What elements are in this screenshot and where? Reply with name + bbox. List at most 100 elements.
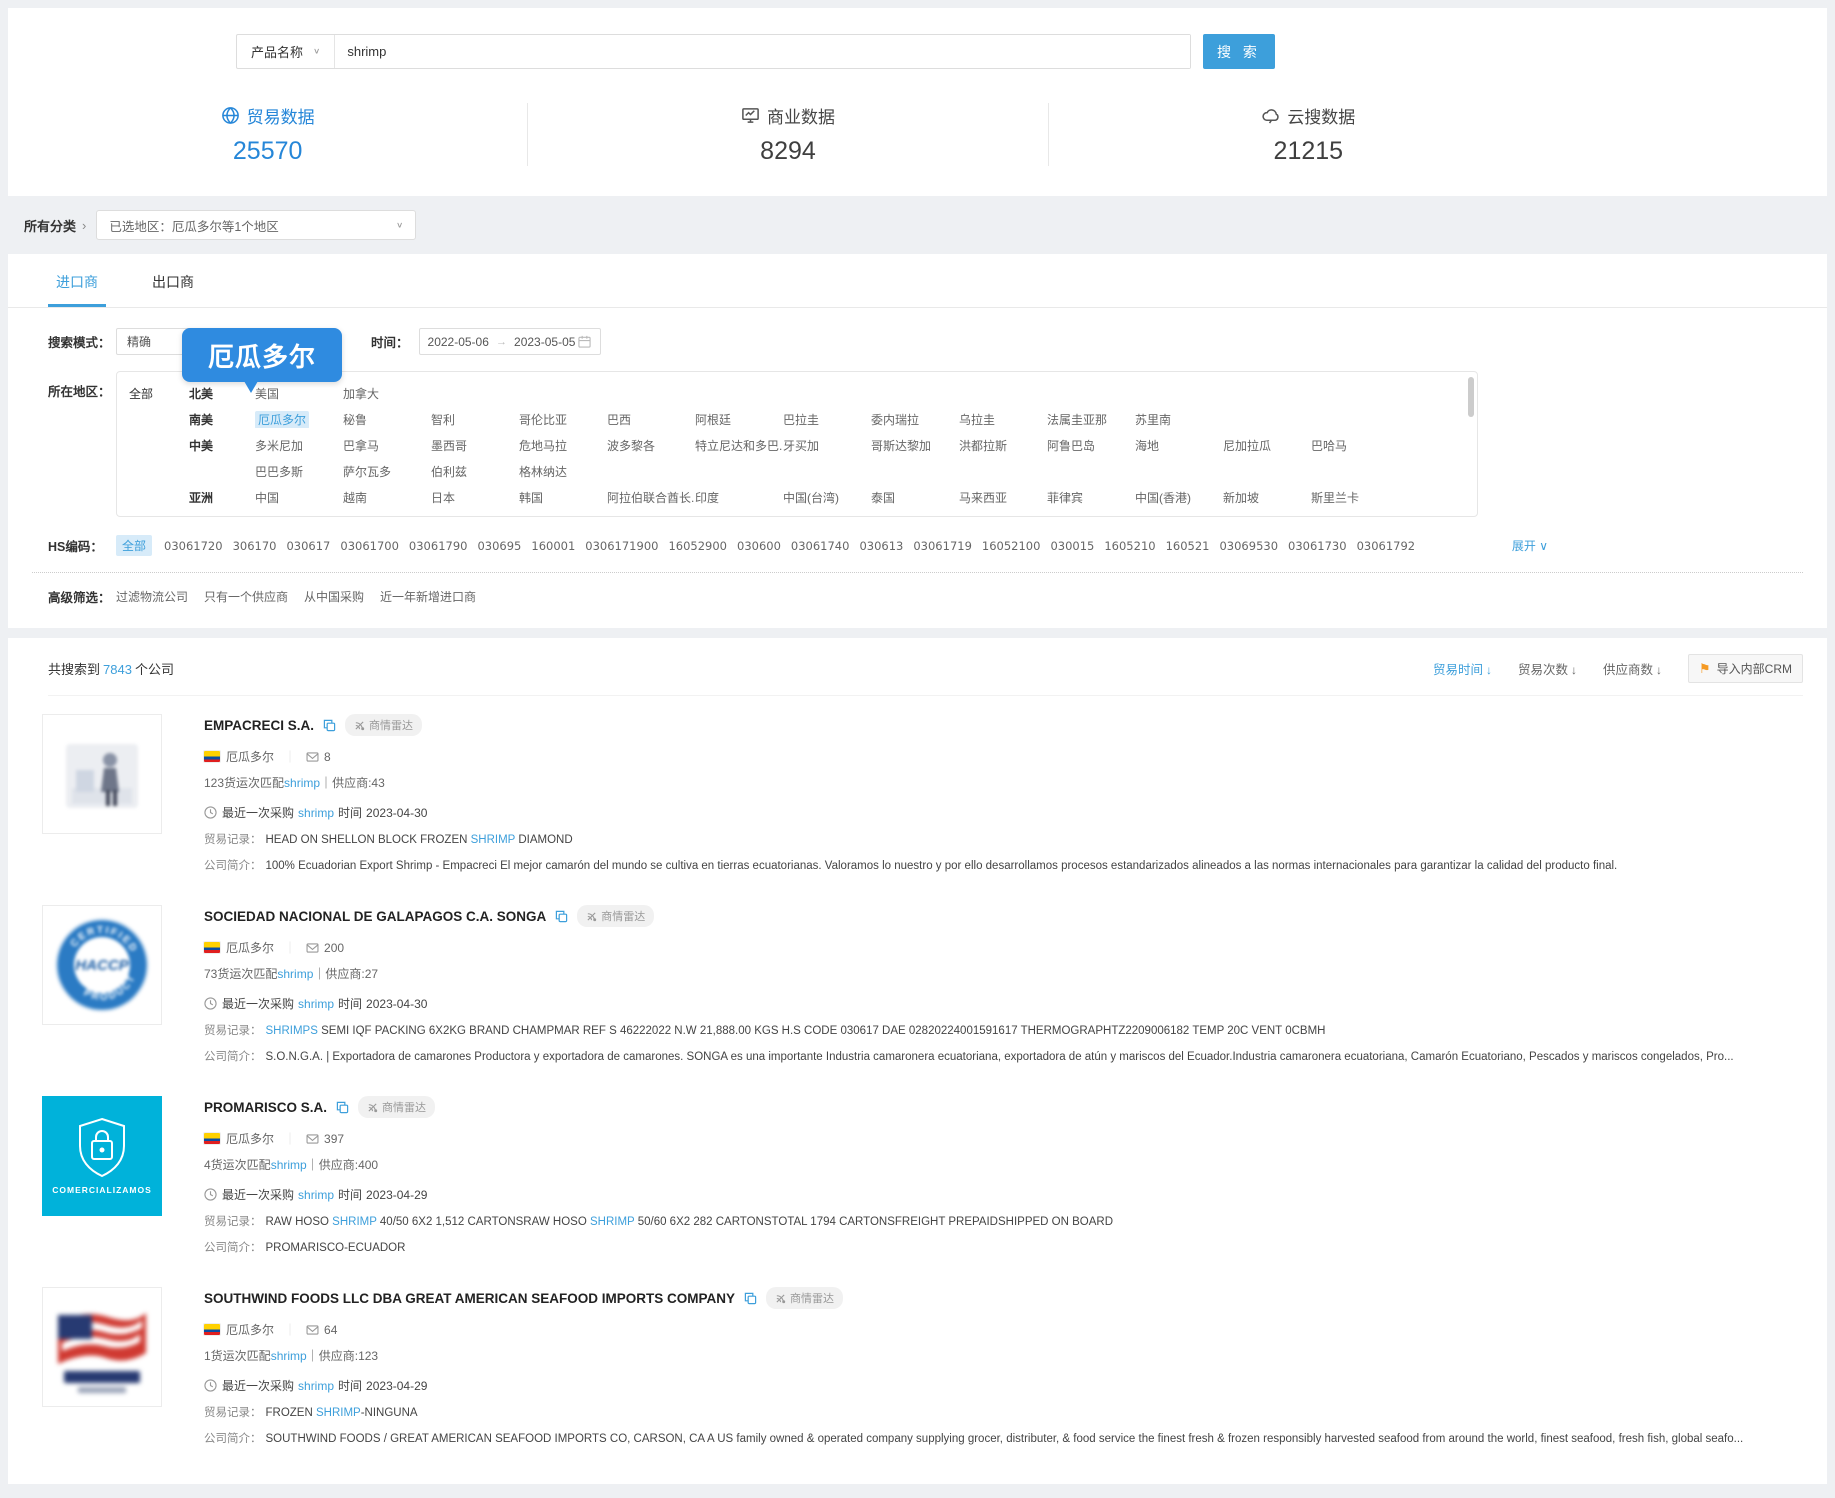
date-range-picker[interactable]: 2022-05-06 → 2023-05-05 bbox=[419, 328, 601, 355]
region-item[interactable]: 委内瑞拉 bbox=[871, 411, 959, 428]
region-item[interactable]: 危地马拉 bbox=[519, 437, 607, 454]
stat-business-data[interactable]: 商业数据 8294 bbox=[527, 103, 1047, 166]
keyword-link[interactable]: shrimp bbox=[284, 776, 320, 790]
region-item[interactable]: 牙买加 bbox=[783, 437, 871, 454]
region-item[interactable]: 美国 bbox=[255, 385, 343, 402]
category-label[interactable]: 所有分类 bbox=[24, 216, 76, 235]
advanced-filter-item[interactable]: 过滤物流公司 bbox=[116, 588, 188, 605]
keyword-highlight[interactable]: SHRIMP bbox=[471, 834, 516, 846]
region-item[interactable]: 印度 bbox=[695, 489, 783, 506]
region-item[interactable]: 哥斯达黎加 bbox=[871, 437, 959, 454]
company-logo[interactable]: COMERCIALIZAMOS bbox=[42, 1096, 162, 1216]
region-item[interactable]: 巴巴多斯 bbox=[255, 463, 343, 480]
region-item[interactable]: 特立尼达和多巴... bbox=[695, 437, 783, 454]
copy-icon[interactable] bbox=[336, 1101, 349, 1114]
hs-code-item[interactable]: 030613 bbox=[859, 539, 903, 553]
region-item[interactable]: 格林纳达 bbox=[519, 463, 607, 480]
region-item[interactable]: 斯里兰卡 bbox=[1311, 489, 1399, 506]
region-item[interactable]: 日本 bbox=[431, 489, 519, 506]
region-item[interactable]: 伯利兹 bbox=[431, 463, 519, 480]
company-name[interactable]: SOCIEDAD NACIONAL DE GALAPAGOS C.A. SONG… bbox=[204, 909, 546, 924]
region-item[interactable]: 阿鲁巴岛 bbox=[1047, 437, 1135, 454]
region-item[interactable]: 中国(香港) bbox=[1135, 489, 1223, 506]
copy-icon[interactable] bbox=[323, 719, 336, 732]
hs-code-item[interactable]: 160001 bbox=[531, 539, 575, 553]
region-item[interactable]: 乌拉圭 bbox=[959, 411, 1047, 428]
region-item[interactable]: 巴拉圭 bbox=[783, 411, 871, 428]
region-item[interactable]: 墨西哥 bbox=[431, 437, 519, 454]
keyword-highlight[interactable]: SHRIMP bbox=[590, 1216, 635, 1228]
hs-code-item[interactable]: 03069530 bbox=[1219, 539, 1278, 553]
keyword-highlight[interactable]: SHRIMPS bbox=[266, 1025, 318, 1037]
region-item[interactable]: 阿拉伯联合酋长... bbox=[607, 489, 695, 506]
hs-code-item[interactable]: 03061790 bbox=[409, 539, 468, 553]
sort-by-trade-time[interactable]: 贸易时间↓ bbox=[1433, 659, 1492, 678]
hs-all-chip[interactable]: 全部 bbox=[116, 535, 152, 556]
region-item[interactable]: 智利 bbox=[431, 411, 519, 428]
hs-code-item[interactable]: 16052100 bbox=[982, 539, 1041, 553]
keyword-link[interactable]: shrimp bbox=[298, 1379, 334, 1393]
advanced-filter-item[interactable]: 只有一个供应商 bbox=[204, 588, 288, 605]
stat-trade-data[interactable]: 贸易数据 25570 bbox=[8, 103, 527, 166]
radar-badge[interactable]: 商情雷达 bbox=[345, 714, 422, 736]
sort-by-trade-count[interactable]: 贸易次数↓ bbox=[1518, 659, 1577, 678]
region-item[interactable]: 苏里南 bbox=[1135, 411, 1223, 428]
keyword-link[interactable]: shrimp bbox=[298, 1188, 334, 1202]
region-item[interactable]: 阿根廷 bbox=[695, 411, 783, 428]
scrollbar-thumb[interactable] bbox=[1468, 377, 1474, 417]
expand-link[interactable]: 展开 ∨ bbox=[1512, 537, 1548, 554]
hs-code-item[interactable]: 030695 bbox=[477, 539, 521, 553]
region-item[interactable]: 厄瓜多尔 bbox=[255, 411, 343, 428]
keyword-highlight[interactable]: SHRIMP bbox=[332, 1216, 377, 1228]
region-item[interactable]: 菲律宾 bbox=[1047, 489, 1135, 506]
company-logo[interactable] bbox=[42, 1287, 162, 1407]
hs-code-item[interactable]: 03061720 bbox=[164, 539, 223, 553]
advanced-filter-item[interactable]: 从中国采购 bbox=[304, 588, 364, 605]
company-name[interactable]: SOUTHWIND FOODS LLC DBA GREAT AMERICAN S… bbox=[204, 1291, 735, 1306]
hs-code-item[interactable]: 03061740 bbox=[791, 539, 850, 553]
region-item[interactable]: 越南 bbox=[343, 489, 431, 506]
region-item[interactable]: 多米尼加 bbox=[255, 437, 343, 454]
radar-badge[interactable]: 商情雷达 bbox=[766, 1287, 843, 1309]
company-logo[interactable]: CERTIFIED PRODUCT HACCP bbox=[42, 905, 162, 1025]
search-input[interactable] bbox=[335, 35, 1190, 68]
region-item[interactable]: 哥伦比亚 bbox=[519, 411, 607, 428]
region-item[interactable]: 波多黎各 bbox=[607, 437, 695, 454]
region-item[interactable]: 马来西亚 bbox=[959, 489, 1047, 506]
region-item[interactable]: 巴西 bbox=[607, 411, 695, 428]
company-name[interactable]: PROMARISCO S.A. bbox=[204, 1100, 327, 1115]
search-category-select[interactable]: 产品名称 ∨ bbox=[237, 35, 335, 68]
radar-badge[interactable]: 商情雷达 bbox=[577, 905, 654, 927]
hs-code-item[interactable]: 16052900 bbox=[668, 539, 727, 553]
radar-badge[interactable]: 商情雷达 bbox=[358, 1096, 435, 1118]
region-item[interactable]: 中国(台湾) bbox=[783, 489, 871, 506]
tab-exporters[interactable]: 出口商 bbox=[144, 268, 202, 307]
region-item[interactable]: 泰国 bbox=[871, 489, 959, 506]
advanced-filter-item[interactable]: 近一年新增进口商 bbox=[380, 588, 476, 605]
region-item[interactable]: 韩国 bbox=[519, 489, 607, 506]
hs-code-item[interactable]: 030600 bbox=[737, 539, 781, 553]
keyword-link[interactable]: shrimp bbox=[277, 967, 313, 981]
region-item[interactable]: 新加坡 bbox=[1223, 489, 1311, 506]
region-item[interactable]: 尼加拉瓜 bbox=[1223, 437, 1311, 454]
region-item[interactable]: 巴哈马 bbox=[1311, 437, 1399, 454]
keyword-link[interactable]: shrimp bbox=[271, 1158, 307, 1172]
hs-code-item[interactable]: 030617 bbox=[286, 539, 330, 553]
region-item[interactable]: 加拿大 bbox=[343, 385, 431, 402]
hs-code-item[interactable]: 03061792 bbox=[1357, 539, 1416, 553]
keyword-highlight[interactable]: SHRIMP bbox=[316, 1407, 361, 1419]
keyword-link[interactable]: shrimp bbox=[298, 997, 334, 1011]
company-logo[interactable] bbox=[42, 714, 162, 834]
region-item[interactable]: 萨尔瓦多 bbox=[343, 463, 431, 480]
tab-importers[interactable]: 进口商 bbox=[48, 268, 106, 307]
keyword-link[interactable]: shrimp bbox=[298, 806, 334, 820]
sort-by-supplier-count[interactable]: 供应商数↓ bbox=[1603, 659, 1662, 678]
keyword-link[interactable]: shrimp bbox=[271, 1349, 307, 1363]
hs-code-item[interactable]: 03061700 bbox=[340, 539, 399, 553]
hs-code-item[interactable]: 1605210 bbox=[1104, 539, 1155, 553]
region-item[interactable]: 中国 bbox=[255, 489, 343, 506]
search-button[interactable]: 搜 索 bbox=[1203, 34, 1275, 69]
region-all[interactable]: 全部 bbox=[129, 385, 189, 402]
company-name[interactable]: EMPACRECI S.A. bbox=[204, 718, 314, 733]
hs-code-item[interactable]: 160521 bbox=[1166, 539, 1210, 553]
